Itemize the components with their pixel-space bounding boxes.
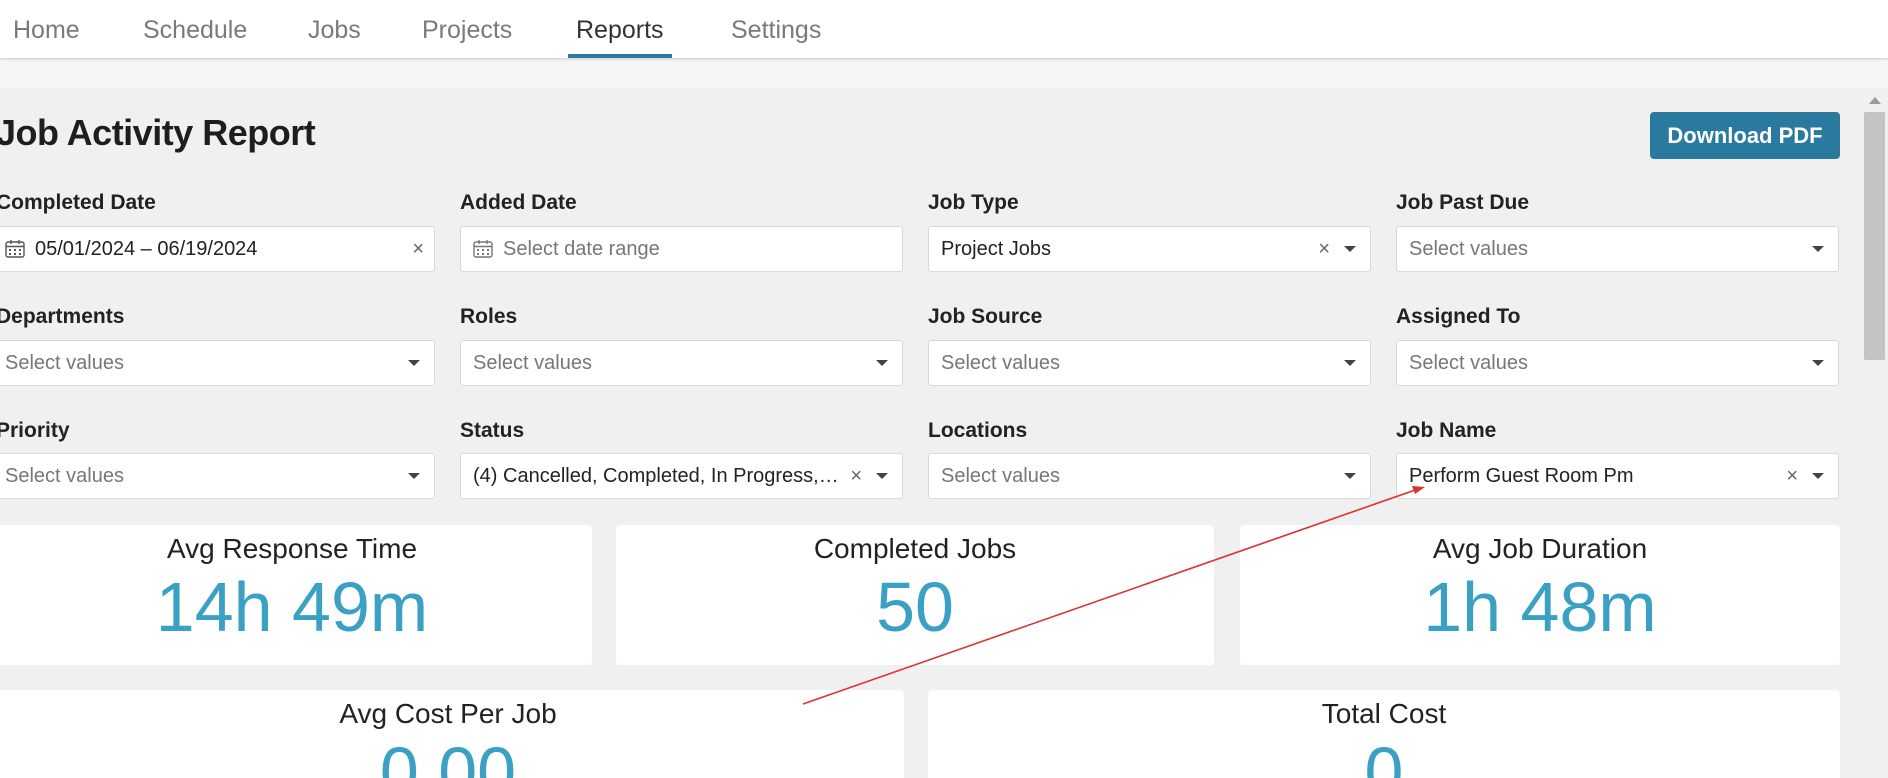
added-date-picker[interactable]: Select date range [460,226,903,272]
job-name-label: Job Name [1396,419,1497,442]
chevron-down-icon[interactable] [1344,360,1356,366]
chevron-down-icon[interactable] [1344,473,1356,479]
tab-projects[interactable]: Projects [414,16,520,58]
chevron-down-icon[interactable] [1812,473,1824,479]
stat-value: 0.00 [379,733,517,778]
completed-date-picker[interactable]: 05/01/2024 – 06/19/2024 × [0,226,435,272]
locations-select[interactable]: Select values [928,453,1371,499]
stat-title: Total Cost [1321,698,1447,729]
job-past-due-select[interactable]: Select values [1396,226,1839,272]
departments-select[interactable]: Select values [0,340,435,386]
tab-home[interactable]: Home [5,16,88,58]
status-select[interactable]: (4) Cancelled, Completed, In Progress, O… [460,453,903,499]
completed-date-label: Completed Date [0,191,156,214]
calendar-icon [473,240,493,258]
top-nav: Home Schedule Jobs Projects Reports Sett… [0,0,1888,58]
scroll-up-arrow-icon[interactable] [1869,97,1881,104]
stat-title: Avg Cost Per Job [339,698,557,729]
roles-select[interactable]: Select values [460,340,903,386]
stat-value: 50 [876,568,954,646]
departments-label: Departments [0,305,125,328]
page-title: Job Activity Report [0,112,316,153]
status-value: (4) Cancelled, Completed, In Progress, O… [473,464,843,487]
stat-title: Avg Job Duration [1432,533,1648,564]
clear-icon[interactable]: × [1318,238,1330,261]
priority-select[interactable]: Select values [0,453,435,499]
stat-value: 14h 49m [155,568,429,646]
chevron-down-icon[interactable] [408,473,420,479]
job-past-due-placeholder: Select values [1409,237,1528,260]
tab-jobs[interactable]: Jobs [300,16,369,58]
assigned-to-placeholder: Select values [1409,351,1528,374]
chevron-down-icon[interactable] [1812,360,1824,366]
stat-title: Completed Jobs [813,533,1017,564]
download-pdf-button[interactable]: Download PDF [1650,112,1840,159]
assigned-to-label: Assigned To [1396,305,1521,328]
calendar-icon [5,240,25,258]
stat-card-avg-cost-per-job: Avg Cost Per Job 0.00 [0,690,904,778]
status-label: Status [460,419,525,442]
chevron-down-icon[interactable] [1812,246,1824,252]
chevron-down-icon[interactable] [408,360,420,366]
locations-placeholder: Select values [941,464,1060,487]
stat-value: 0 [1364,733,1404,778]
priority-label: Priority [0,419,70,442]
stat-card-avg-job-duration: Avg Job Duration 1h 48m [1240,525,1840,665]
stat-title: Avg Response Time [166,533,418,564]
header-spacer [0,58,1888,88]
job-name-value: Perform Guest Room Pm [1409,464,1634,487]
job-source-placeholder: Select values [941,351,1060,374]
tab-reports[interactable]: Reports [568,16,672,58]
stat-value: 1h 48m [1423,568,1657,646]
clear-icon[interactable]: × [850,465,862,488]
roles-placeholder: Select values [473,351,592,374]
stat-card-total-cost: Total Cost 0 [928,690,1840,778]
chevron-down-icon[interactable] [876,360,888,366]
priority-placeholder: Select values [5,464,124,487]
chevron-down-icon[interactable] [876,473,888,479]
chevron-down-icon[interactable] [1344,246,1356,252]
job-past-due-label: Job Past Due [1396,191,1530,214]
added-date-label: Added Date [460,191,577,214]
job-name-select[interactable]: Perform Guest Room Pm × [1396,453,1839,499]
tab-schedule[interactable]: Schedule [135,16,255,58]
scrollbar-thumb[interactable] [1864,112,1885,360]
job-type-select[interactable]: Project Jobs × [928,226,1371,272]
stat-card-avg-response-time: Avg Response Time 14h 49m [0,525,592,665]
job-source-label: Job Source [928,305,1043,328]
assigned-to-select[interactable]: Select values [1396,340,1839,386]
roles-label: Roles [460,305,518,328]
clear-icon[interactable]: × [412,238,424,261]
job-source-select[interactable]: Select values [928,340,1371,386]
clear-icon[interactable]: × [1786,465,1798,488]
stat-card-completed-jobs: Completed Jobs 50 [616,525,1214,665]
job-type-value: Project Jobs [941,237,1052,260]
tab-settings[interactable]: Settings [723,16,829,58]
completed-date-value: 05/01/2024 – 06/19/2024 [35,237,258,260]
locations-label: Locations [928,419,1028,442]
departments-placeholder: Select values [5,351,124,374]
added-date-placeholder: Select date range [503,237,660,260]
job-type-label: Job Type [928,191,1019,214]
